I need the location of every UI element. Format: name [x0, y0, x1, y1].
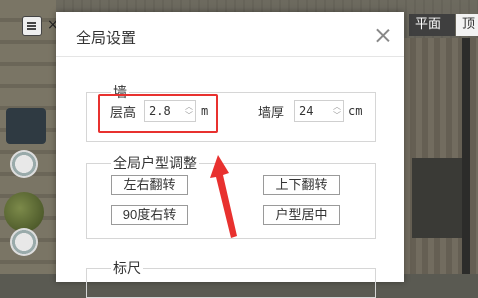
- wall-shape: [462, 38, 470, 274]
- chevron-up-icon[interactable]: ︿: [332, 102, 342, 111]
- wall-thickness-spinner[interactable]: ︿ ﹀: [332, 102, 342, 120]
- close-icon[interactable]: [374, 26, 392, 44]
- menu-icon[interactable]: [22, 16, 42, 36]
- tab-plan-view[interactable]: 平面: [409, 14, 455, 36]
- floor-plan-right-area: [404, 38, 478, 274]
- annotation-highlight-box: [98, 94, 218, 133]
- layout-adjust-legend: 全局户型调整: [113, 156, 197, 172]
- dialog-title: 全局设置: [76, 29, 137, 47]
- wall-thickness-input[interactable]: [295, 101, 329, 121]
- center-layout-button[interactable]: 户型居中: [263, 205, 340, 225]
- wall-thickness-label: 墙厚: [258, 106, 285, 121]
- flip-vertical-button[interactable]: 上下翻转: [263, 175, 340, 195]
- title-divider: [56, 56, 404, 57]
- wall-thickness-unit: cm: [348, 104, 363, 118]
- ruler-group: 标尺: [86, 258, 376, 298]
- plate-shape: [10, 150, 38, 178]
- plant-shape: [4, 192, 44, 232]
- plate-shape: [10, 228, 38, 256]
- flip-horizontal-button[interactable]: 左右翻转: [111, 175, 188, 195]
- chevron-down-icon[interactable]: ﹀: [332, 111, 342, 120]
- chair-shape: [6, 108, 46, 144]
- wall-thickness-stepper[interactable]: ︿ ﹀: [294, 100, 344, 122]
- floor-plan-left-area: [0, 0, 56, 274]
- ruler-group-legend: 标尺: [113, 261, 141, 277]
- rotate-right-button[interactable]: 90度右转: [111, 205, 188, 225]
- global-settings-dialog: 全局设置 墙 层高 ︿ ﹀ m 墙厚 ︿ ﹀ cm 全局户型调整 左右翻转 上下…: [56, 12, 404, 298]
- rug-shape: [412, 158, 462, 238]
- tab-top-view[interactable]: 顶: [456, 14, 478, 36]
- layout-adjust-group: 全局户型调整: [86, 153, 376, 239]
